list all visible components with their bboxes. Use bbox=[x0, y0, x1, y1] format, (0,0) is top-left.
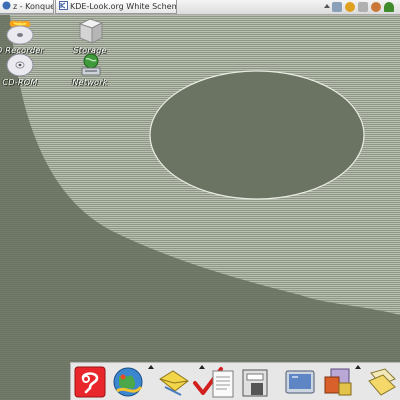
tray-expand-arrow-icon[interactable] bbox=[324, 4, 330, 8]
browser-icon bbox=[113, 367, 143, 397]
desktop-icon-cd-recorder[interactable]: D Recorder bbox=[0, 18, 50, 56]
terminal-button[interactable] bbox=[283, 365, 317, 399]
bottom-panel bbox=[70, 362, 400, 400]
notes-button[interactable] bbox=[205, 365, 239, 399]
browser-button[interactable] bbox=[111, 365, 145, 399]
help-button[interactable] bbox=[73, 365, 107, 399]
taskbar-task-kde-look[interactable]: KDE-Look.org White Schem bbox=[55, 0, 177, 14]
konqueror-icon bbox=[2, 1, 11, 10]
desktop-icon-network[interactable]: Network bbox=[60, 52, 120, 88]
mail-icon bbox=[159, 370, 189, 396]
system-tray bbox=[324, 0, 400, 14]
hand-tray-icon[interactable] bbox=[345, 2, 355, 12]
folder-button[interactable] bbox=[365, 365, 399, 399]
tree-tray-icon[interactable] bbox=[384, 2, 394, 12]
mail-button[interactable] bbox=[157, 365, 191, 399]
task-label: KDE-Look.org White Schem bbox=[70, 2, 177, 11]
desktop-icon-storage[interactable]: Storage bbox=[60, 16, 120, 56]
network-tray-icon[interactable] bbox=[332, 2, 342, 12]
applications-menu-arrow-icon[interactable] bbox=[355, 365, 361, 369]
folder-icon bbox=[368, 368, 396, 396]
taskbar: z - Konquer KDE-Look.org White Schem bbox=[0, 0, 400, 15]
file-manager-icon bbox=[242, 369, 268, 397]
network-icon bbox=[81, 53, 101, 76]
desktop-icon-cdrom[interactable]: CD-ROM bbox=[0, 52, 50, 88]
notes-icon bbox=[212, 370, 234, 398]
browser-menu-arrow-icon[interactable] bbox=[148, 365, 154, 369]
file-manager-button[interactable] bbox=[239, 365, 273, 399]
desktop-icon-label: Network bbox=[72, 78, 108, 87]
storage-icon bbox=[78, 18, 104, 44]
kde-icon bbox=[59, 1, 68, 10]
applications-button[interactable] bbox=[321, 365, 355, 399]
task-label: z - Konquer bbox=[13, 2, 54, 11]
terminal-icon bbox=[285, 370, 315, 394]
help-icon bbox=[74, 366, 106, 398]
cdrom-icon bbox=[6, 53, 34, 77]
taskbar-task-konqueror[interactable]: z - Konquer bbox=[0, 0, 54, 14]
cd-burner-icon bbox=[6, 20, 34, 45]
lock-tray-icon[interactable] bbox=[358, 2, 368, 12]
applications-icon bbox=[324, 368, 352, 396]
user-tray-icon[interactable] bbox=[371, 2, 381, 12]
desktop-icon-label: CD-ROM bbox=[2, 78, 38, 87]
